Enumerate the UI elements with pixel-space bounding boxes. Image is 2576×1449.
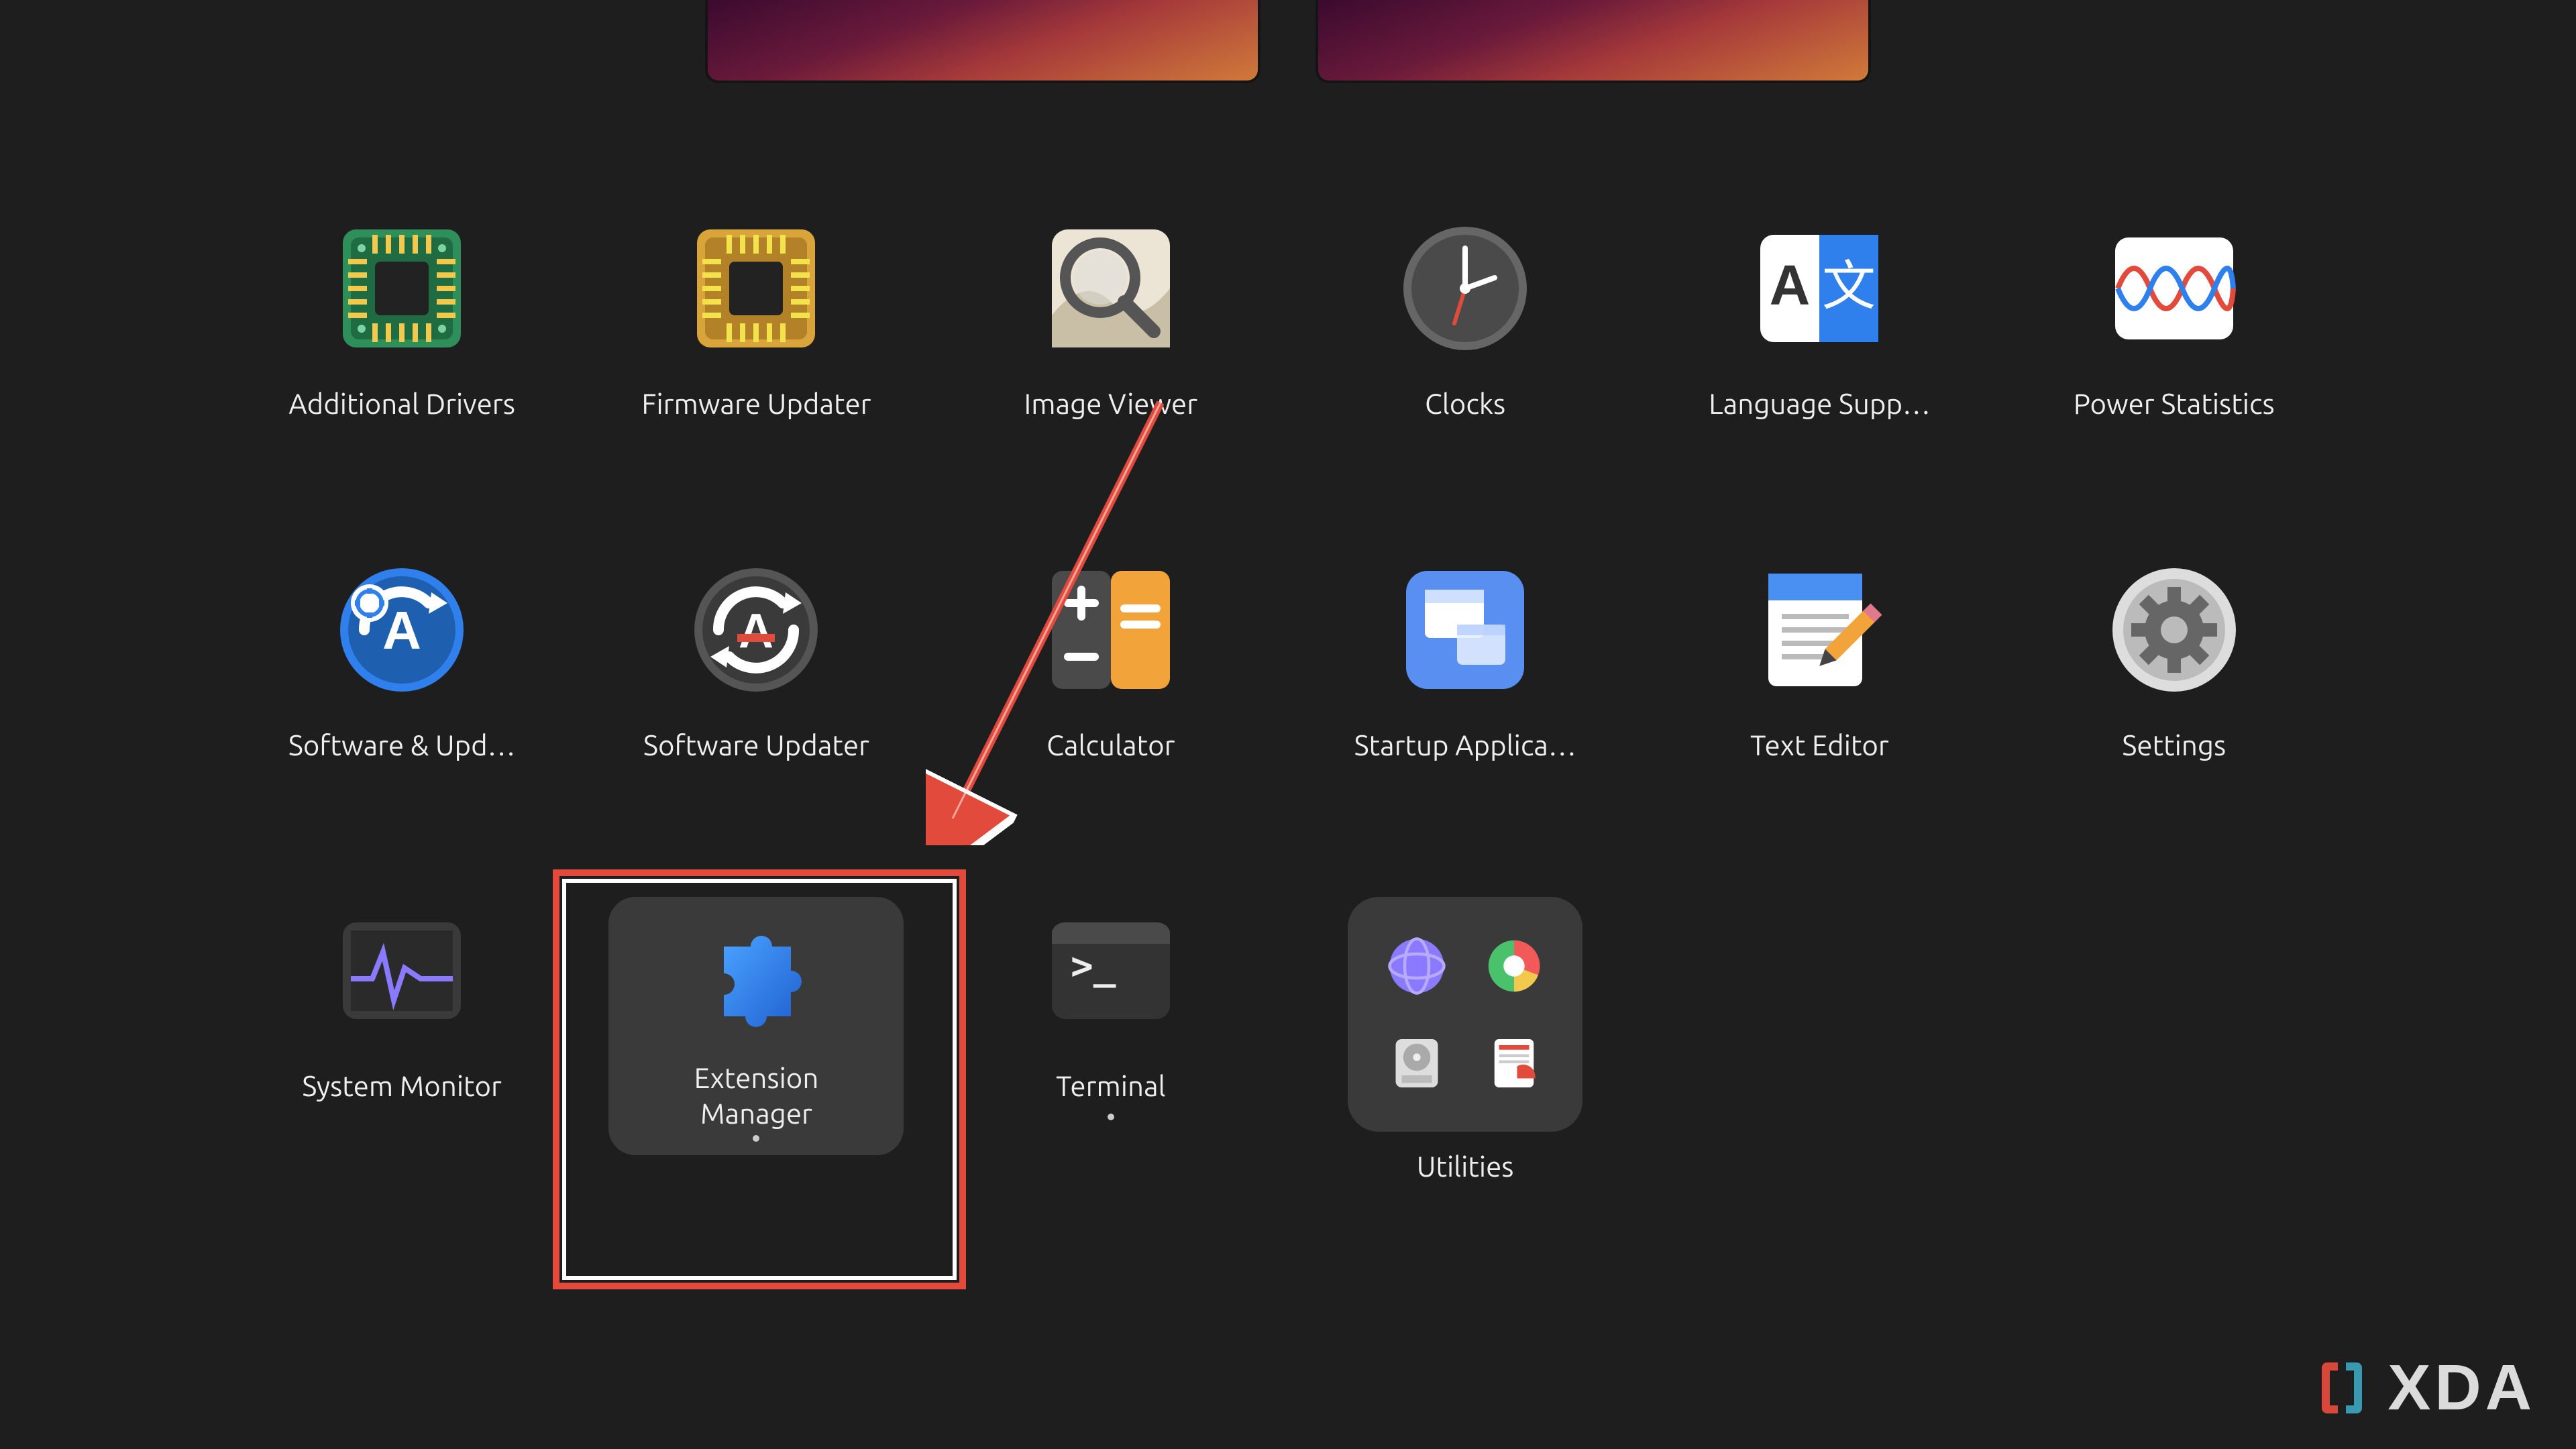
app-label: Power Statistics: [2074, 386, 2275, 422]
app-power-statistics[interactable]: Power Statistics: [1997, 215, 2351, 422]
xda-text: XDA: [2387, 1351, 2536, 1425]
svg-text:A: A: [1770, 254, 1811, 317]
magnifier-photo-icon: [1037, 215, 1185, 362]
workspace-switcher[interactable]: [0, 0, 2576, 80]
app-additional-drivers[interactable]: Additional Drivers: [225, 215, 579, 422]
app-label: Language Supp…: [1709, 386, 1931, 422]
app-settings[interactable]: Settings: [1997, 556, 2351, 763]
gear-icon: [2100, 556, 2248, 704]
software-updater-icon: A: [682, 556, 830, 704]
svg-text:A: A: [739, 604, 773, 658]
chip-icon: [328, 215, 476, 362]
app-grid: Additional Drivers Firmware Upda: [225, 215, 2351, 1185]
app-label: Additional Drivers: [288, 386, 515, 422]
network-globe-icon: [1380, 929, 1454, 1003]
app-startup-applications[interactable]: Startup Applica…: [1288, 556, 1642, 763]
svg-text:A: A: [382, 600, 421, 660]
app-label: Software & Upd…: [288, 728, 516, 763]
app-highlighted-tile: Extension Manager: [608, 897, 904, 1155]
app-software-updates[interactable]: A Software & Upd…: [225, 556, 579, 763]
xda-bracket-icon: [2308, 1354, 2375, 1421]
svg-text:文: 文: [1822, 256, 1876, 316]
running-indicator-dot: [1108, 1114, 1114, 1120]
app-label: Calculator: [1046, 728, 1175, 763]
app-text-editor[interactable]: Text Editor: [1642, 556, 1996, 763]
running-indicator-dot: [753, 1135, 759, 1142]
xda-watermark: XDA: [2308, 1351, 2536, 1425]
app-label: Terminal: [1056, 1069, 1165, 1104]
app-label: Clocks: [1425, 386, 1505, 422]
document-viewer-icon: [1477, 1026, 1551, 1100]
software-updates-icon: A: [328, 556, 476, 704]
app-terminal[interactable]: >_ Terminal: [934, 897, 1288, 1185]
svg-text:>_: >_: [1071, 945, 1116, 988]
app-label: Settings: [2122, 728, 2226, 763]
calculator-icon: [1037, 556, 1185, 704]
workspace-thumb-1[interactable]: [708, 0, 1258, 80]
clock-icon: [1391, 215, 1539, 362]
app-extension-manager[interactable]: Extension Manager: [579, 897, 933, 1185]
waveform-icon: [2100, 215, 2248, 362]
app-label: Firmware Updater: [641, 386, 871, 422]
chip-icon: [682, 215, 830, 362]
app-label: Utilities: [1417, 1149, 1514, 1185]
disk-usage-pie-icon: [1477, 929, 1551, 1003]
language-icon: A 文: [1746, 215, 1893, 362]
app-label: System Monitor: [302, 1069, 502, 1104]
app-label: Text Editor: [1750, 728, 1889, 763]
windows-icon: [1391, 556, 1539, 704]
app-folder-utilities[interactable]: Utilities: [1288, 897, 1642, 1185]
app-firmware-updater[interactable]: Firmware Updater: [579, 215, 933, 422]
puzzle-piece-icon: [682, 914, 830, 1049]
terminal-icon: >_: [1037, 897, 1185, 1044]
app-clocks[interactable]: Clocks: [1288, 215, 1642, 422]
app-label: Extension Manager: [635, 1061, 877, 1131]
app-language-support[interactable]: A 文 Language Supp…: [1642, 215, 1996, 422]
app-system-monitor[interactable]: System Monitor: [225, 897, 579, 1185]
app-image-viewer[interactable]: Image Viewer: [934, 215, 1288, 422]
disks-icon: [1380, 1026, 1454, 1100]
workspace-thumb-2[interactable]: [1318, 0, 1868, 80]
app-label: Image Viewer: [1024, 386, 1198, 422]
app-label: Startup Applica…: [1354, 728, 1576, 763]
folder-tile: [1348, 897, 1582, 1132]
app-label: Software Updater: [643, 728, 869, 763]
text-editor-icon: [1746, 556, 1893, 704]
app-software-updater[interactable]: A Software Updater: [579, 556, 933, 763]
app-calculator[interactable]: Calculator: [934, 556, 1288, 763]
system-monitor-icon: [328, 897, 476, 1044]
